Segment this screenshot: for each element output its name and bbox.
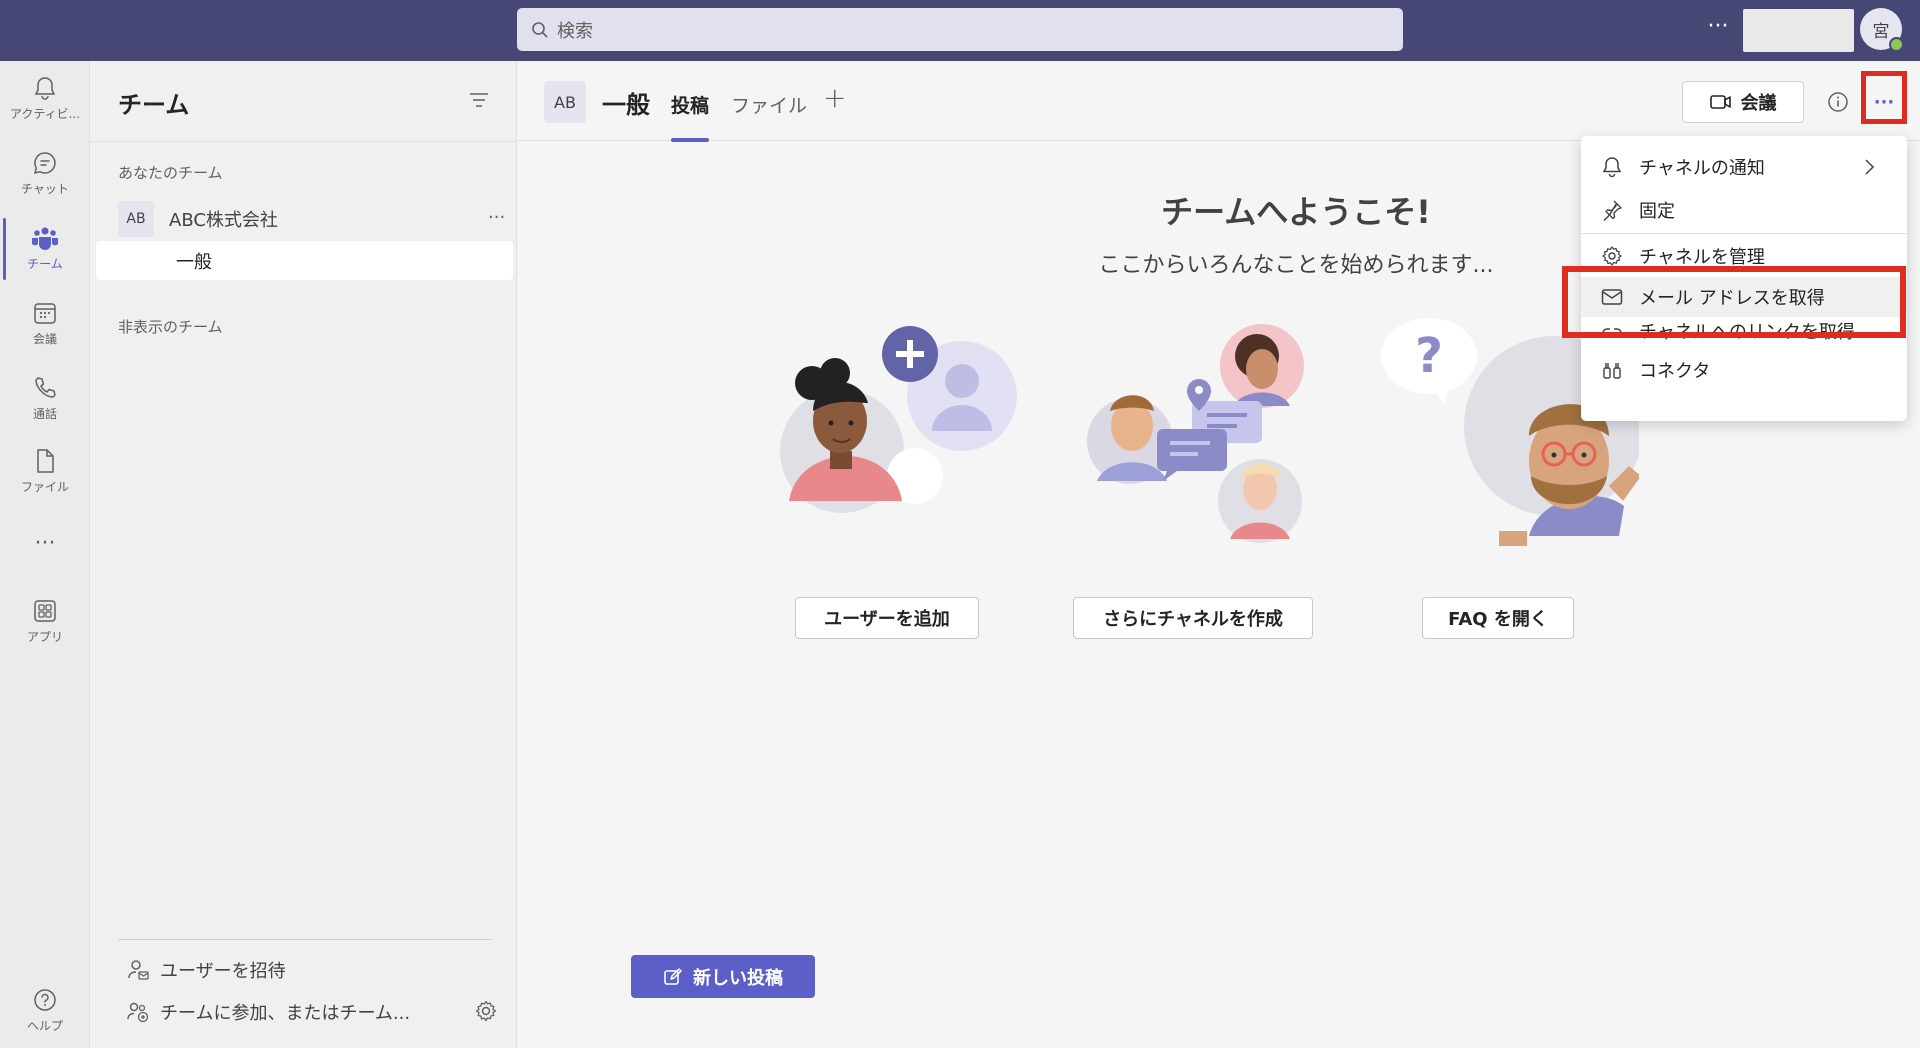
channel-header: AB 一般 投稿 ファイル + 会議 ···	[517, 61, 1920, 142]
people-add-icon	[127, 1002, 149, 1023]
team-name: ABC株式会社	[169, 210, 278, 231]
highlight-box	[1861, 71, 1907, 124]
title-bar: 検索 ··· 宮	[0, 0, 1920, 61]
chevron-right-icon	[1865, 159, 1875, 175]
rail-calls[interactable]: 通話	[0, 375, 90, 422]
rail-chat[interactable]: チャット	[0, 150, 90, 197]
phone-icon	[35, 377, 56, 398]
divider	[118, 939, 491, 940]
tab-posts[interactable]: 投稿	[671, 91, 709, 118]
pane-title: チーム	[118, 91, 190, 119]
rail-more-apps[interactable]: ···	[0, 531, 90, 556]
meet-button[interactable]: 会議	[1682, 81, 1804, 123]
teams-list-pane: チーム あなたのチーム AB ABC株式会社 ··· 一般 非表示のチーム ユー…	[91, 61, 517, 1048]
meet-label: 会議	[1740, 93, 1777, 114]
bell-icon	[34, 77, 56, 100]
pin-icon	[1603, 200, 1622, 221]
app-rail: アクティビ... チャット チーム 会議 通話 ファイル ··· アプリ ヘルプ	[0, 61, 90, 1048]
join-create-team-link[interactable]: チームに参加、またはチーム...	[126, 999, 410, 1025]
rail-label: アプリ	[26, 630, 63, 644]
highlight-box	[1562, 266, 1906, 338]
rail-label: ファイル	[20, 480, 69, 494]
channel-title: 一般	[602, 91, 650, 119]
menu-item-connectors[interactable]: コネクタ	[1581, 350, 1907, 390]
create-channels-button[interactable]: さらにチャネルを作成	[1073, 597, 1313, 639]
menu-item-pin[interactable]: 固定	[1581, 190, 1907, 230]
menu-label: 固定	[1639, 201, 1675, 222]
profile-avatar[interactable]: 宮	[1860, 8, 1904, 52]
search-placeholder: 検索	[557, 20, 593, 42]
team-more-button[interactable]: ···	[488, 207, 505, 228]
add-users-button[interactable]: ユーザーを追加	[795, 597, 979, 639]
info-icon[interactable]	[1827, 91, 1849, 113]
rail-activity[interactable]: アクティビ...	[0, 75, 90, 122]
org-switcher[interactable]	[1743, 9, 1854, 52]
rail-label: ヘルプ	[26, 1019, 63, 1033]
calendar-icon	[34, 303, 56, 324]
rail-label: 会議	[32, 332, 57, 346]
search-input[interactable]: 検索	[517, 8, 1403, 51]
tab-files[interactable]: ファイル	[731, 91, 807, 118]
active-tab-indicator	[671, 138, 709, 142]
team-avatar: AB	[118, 201, 154, 237]
join-label: チームに参加、またはチーム...	[160, 1003, 411, 1024]
video-camera-icon	[1709, 95, 1731, 109]
bell-icon	[1602, 157, 1622, 178]
compose-icon	[664, 967, 682, 985]
menu-divider	[1581, 233, 1907, 234]
rail-teams[interactable]: チーム	[0, 225, 90, 272]
your-teams-label: あなたのチーム	[118, 164, 223, 182]
rail-label: アクティビ...	[9, 107, 81, 121]
add-person-icon	[128, 960, 149, 980]
file-icon	[37, 449, 54, 473]
new-post-label: 新しい投稿	[693, 967, 783, 989]
avatar-initial: 宮	[1872, 21, 1890, 42]
teams-icon	[32, 227, 58, 250]
chat-icon	[33, 152, 56, 175]
rail-apps[interactable]: アプリ	[0, 598, 90, 645]
open-faq-button[interactable]: FAQ を開く	[1422, 597, 1574, 639]
rail-help[interactable]: ヘルプ	[0, 987, 90, 1034]
add-tab-button[interactable]: +	[823, 81, 846, 114]
menu-item-channel-notifications[interactable]: チャネルの通知	[1581, 147, 1907, 187]
rail-files[interactable]: ファイル	[0, 448, 90, 495]
settings-more-button[interactable]: ···	[1700, 12, 1736, 48]
filter-icon[interactable]	[469, 91, 489, 109]
invite-users-link[interactable]: ユーザーを招待	[126, 957, 286, 983]
search-icon	[532, 21, 548, 38]
svg-text:?: ?	[1415, 328, 1443, 384]
gear-icon	[1602, 246, 1622, 266]
divider	[91, 141, 517, 142]
new-post-button[interactable]: 新しい投稿	[631, 955, 815, 998]
hidden-teams-label[interactable]: 非表示のチーム	[118, 316, 223, 337]
rail-calendar[interactable]: 会議	[0, 300, 90, 347]
help-icon	[34, 989, 56, 1011]
rail-label: チーム	[27, 257, 63, 271]
channel-team-avatar: AB	[544, 81, 586, 123]
menu-label: コネクタ	[1639, 361, 1711, 382]
rail-label: 通話	[32, 407, 57, 421]
rail-label: チャット	[21, 182, 69, 196]
presence-available-icon	[1889, 37, 1904, 52]
connector-icon	[1603, 363, 1621, 379]
gear-icon[interactable]	[474, 999, 498, 1023]
invite-label: ユーザーを招待	[160, 961, 286, 982]
team-item[interactable]: AB ABC株式会社 ···	[118, 199, 505, 239]
create-channels-illustration	[1087, 324, 1304, 543]
add-users-illustration	[780, 326, 1017, 513]
channel-item-general[interactable]: 一般	[96, 241, 513, 280]
apps-icon	[34, 600, 56, 622]
channel-name: 一般	[176, 252, 212, 273]
menu-label: チャネルの通知	[1639, 158, 1765, 179]
